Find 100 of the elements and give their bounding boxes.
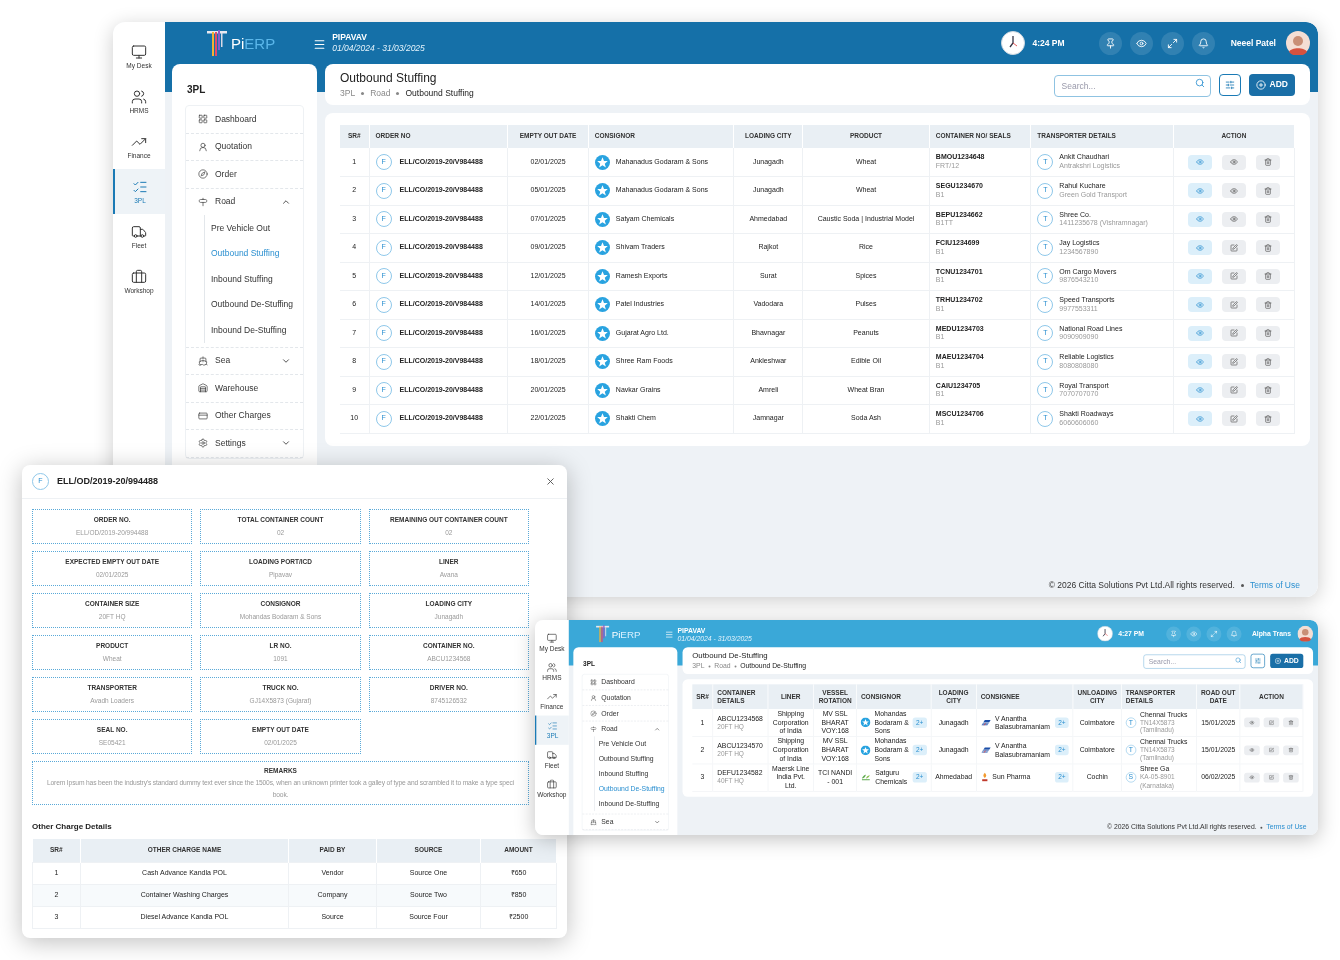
pin-button[interactable] <box>1166 626 1182 642</box>
eye-icon <box>1195 329 1204 338</box>
menu-icon[interactable] <box>313 38 327 51</box>
breadcrumb-item[interactable]: 3PL <box>340 87 356 99</box>
delete-button[interactable] <box>1255 268 1280 284</box>
fullscreen-button[interactable] <box>1206 626 1222 642</box>
delete-button[interactable] <box>1255 325 1280 341</box>
delete-button[interactable] <box>1255 382 1280 398</box>
view-button[interactable] <box>1221 183 1246 199</box>
trash-icon <box>1263 186 1272 195</box>
pin-button[interactable] <box>1098 31 1122 55</box>
breadcrumb-item[interactable]: Road <box>370 87 391 99</box>
trash-icon <box>1263 414 1272 423</box>
submenu-item[interactable]: Inbound Stuffing <box>211 272 295 285</box>
delete-button[interactable] <box>1255 154 1280 170</box>
logo-icon <box>594 623 611 644</box>
warehouse-icon <box>198 383 208 394</box>
submenu-item[interactable]: Outbound De-Stuffing <box>211 298 295 311</box>
delete-button[interactable] <box>1255 240 1280 256</box>
star-logo-icon <box>594 382 610 398</box>
edit-button[interactable] <box>1221 354 1246 370</box>
plus-icon <box>1255 79 1266 90</box>
eye-icon <box>1195 386 1204 395</box>
view-button[interactable] <box>1244 772 1260 783</box>
view-button[interactable] <box>1187 211 1212 227</box>
view-button[interactable] <box>1187 183 1212 199</box>
briefcase-icon <box>131 268 147 285</box>
star-logo-icon <box>594 411 610 427</box>
filter-button[interactable] <box>1218 73 1241 96</box>
edit-icon <box>1229 243 1238 252</box>
view-button[interactable] <box>1187 382 1212 398</box>
visibility-button[interactable] <box>1186 626 1202 642</box>
user-icon <box>198 141 208 152</box>
menu-item[interactable]: Sea <box>186 347 303 374</box>
star-logo-icon <box>594 354 610 370</box>
edit-button[interactable] <box>1221 297 1246 313</box>
delete-button[interactable] <box>1255 411 1280 427</box>
menu-item[interactable]: Settings <box>186 430 303 457</box>
edit-button[interactable] <box>1221 325 1246 341</box>
search-field[interactable]: Search... <box>1053 75 1211 97</box>
edit-button[interactable] <box>1221 411 1246 427</box>
trash-icon <box>1263 357 1272 366</box>
menu-item[interactable]: Dashboard <box>186 106 303 133</box>
menu-item[interactable]: Warehouse <box>186 375 303 402</box>
eye-icon <box>1195 414 1204 423</box>
trash-icon <box>1263 386 1272 395</box>
view-button[interactable] <box>1187 297 1212 313</box>
edit-button[interactable] <box>1221 382 1246 398</box>
copyright-text: © 2026 Citta Solutions Pvt Ltd.All rights reserved. <box>1048 578 1235 592</box>
close-icon <box>544 476 556 487</box>
stripes-logo-icon <box>980 746 992 754</box>
view-button[interactable] <box>1221 154 1246 170</box>
user-name: Neeel Patel <box>1230 36 1276 50</box>
view-button[interactable] <box>1187 354 1212 370</box>
menu-item[interactable]: Road <box>186 188 303 215</box>
star-logo-icon <box>594 297 610 313</box>
menu-item[interactable]: Quotation <box>186 133 303 160</box>
submenu-item[interactable]: Outbound Stuffing <box>211 247 295 260</box>
add-button[interactable]: ADD <box>1248 73 1295 96</box>
avatar-icon <box>1286 31 1310 55</box>
edit-button[interactable] <box>1221 240 1246 256</box>
submenu-item[interactable]: Pre Vehicle Out <box>211 221 295 234</box>
star-logo-icon <box>594 211 610 227</box>
view-button[interactable] <box>1187 240 1212 256</box>
notifications-button[interactable] <box>1226 626 1242 642</box>
view-button[interactable] <box>1221 211 1246 227</box>
edit-button[interactable] <box>1221 268 1246 284</box>
view-button[interactable] <box>1187 325 1212 341</box>
view-button[interactable] <box>1187 154 1212 170</box>
company-name: PIPAVAV <box>332 32 368 43</box>
flame-logo-icon <box>980 772 989 783</box>
view-button[interactable] <box>1244 745 1260 755</box>
edit-button[interactable] <box>1263 717 1280 728</box>
star-logo-icon <box>594 325 610 341</box>
delete-button[interactable] <box>1255 297 1280 313</box>
delete-button[interactable] <box>1255 211 1280 227</box>
people-icon <box>131 88 147 105</box>
view-button[interactable] <box>1187 268 1212 284</box>
view-button[interactable] <box>1244 717 1260 728</box>
notifications-button[interactable] <box>1191 31 1215 55</box>
delete-button[interactable] <box>1283 772 1299 783</box>
eye-icon <box>1195 243 1204 252</box>
eye-icon <box>1195 215 1204 224</box>
delete-button[interactable] <box>1283 717 1299 728</box>
clock-time: 4:24 PM <box>1032 36 1065 50</box>
edit-icon <box>1229 357 1238 366</box>
eye-icon <box>1195 272 1204 281</box>
delete-button[interactable] <box>1283 745 1299 755</box>
visibility-button[interactable] <box>1129 31 1153 55</box>
fullscreen-button[interactable] <box>1160 31 1184 55</box>
edit-button[interactable] <box>1263 745 1280 755</box>
signpost-icon <box>198 196 208 207</box>
delete-button[interactable] <box>1255 183 1280 199</box>
menu-item[interactable]: Order <box>186 161 303 188</box>
delete-button[interactable] <box>1255 354 1280 370</box>
view-button[interactable] <box>1187 411 1212 427</box>
edit-button[interactable] <box>1263 772 1280 783</box>
menu-item[interactable]: Other Charges <box>186 402 303 429</box>
submenu-item[interactable]: Inbound De-Stuffing <box>211 323 295 336</box>
settings-icon <box>198 438 208 449</box>
